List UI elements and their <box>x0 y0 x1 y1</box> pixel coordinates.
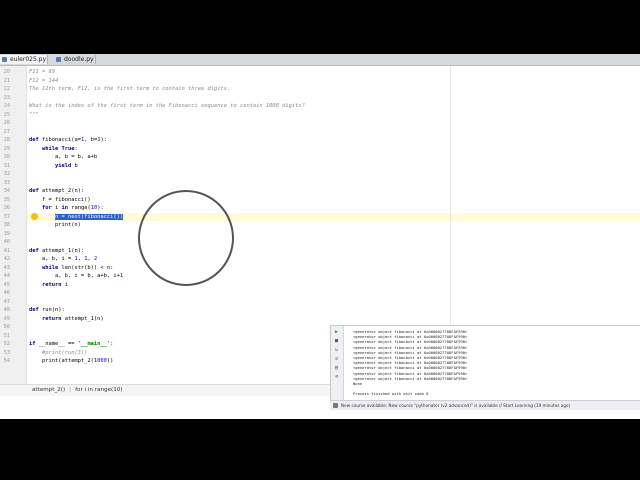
line-number: 34 <box>3 188 10 194</box>
breadcrumb-separator: | <box>69 387 72 393</box>
breadcrumb: attempt_2() | for i in range(10) <box>0 384 330 396</box>
line-number: 52 <box>3 341 10 347</box>
line-number: 33 <box>3 179 10 186</box>
lightbulb-icon[interactable] <box>31 213 38 220</box>
line-number: 40 <box>3 239 10 245</box>
line-number: 37 <box>3 213 10 220</box>
code-line[interactable]: print(attempt_2(1000)) <box>29 357 113 366</box>
line-number: 28 <box>3 137 10 143</box>
scroll-icon[interactable]: ≡ <box>333 356 340 362</box>
status-message[interactable]: New course available: New course "python… <box>341 403 570 408</box>
code-line[interactable]: return attempt_1(n) <box>29 315 104 324</box>
code-line[interactable]: a, b, i = 1, 1, 2 <box>29 255 97 264</box>
line-number: 31 <box>3 162 10 169</box>
line-number: 48 <box>3 307 10 313</box>
line-number: 22 <box>3 86 10 92</box>
line-number-gutter: 20 21 22 23 24 25 26 27 28 29 30 31 32 33 34 35 36 37 38 39… <box>0 66 27 386</box>
editor-tab-bar: euler025.py doodle.py <box>0 54 640 66</box>
line-number: 43 <box>3 264 10 271</box>
console-line: Process finished with exit code 0 <box>353 391 429 397</box>
line-number: 32 <box>3 171 10 177</box>
line-number: 45 <box>3 281 10 288</box>
code-line[interactable]: The 12th term, F12, is the first term to… <box>29 85 230 94</box>
code-line[interactable]: while True: <box>29 145 78 154</box>
code-line[interactable]: yield b <box>29 162 78 171</box>
code-line[interactable]: F12 = 144 <box>29 77 58 86</box>
code-line[interactable]: a, b, i = b, a+b, i+1 <box>29 272 123 281</box>
code-line[interactable]: def run(n): <box>29 306 65 315</box>
line-number: 29 <box>3 145 10 152</box>
code-line[interactable]: F11 = 89 <box>29 68 55 77</box>
run-console-panel: ▶ ■ ↻ ≡ ▤ ⌫ <generator object fibonacci … <box>330 325 640 401</box>
tab-euler025[interactable]: euler025.py <box>0 55 48 64</box>
breadcrumb-item-loop[interactable]: for i in range(10) <box>75 387 122 393</box>
code-line[interactable]: """ <box>29 111 39 120</box>
breadcrumb-item-function[interactable]: attempt_2() <box>0 387 65 393</box>
code-line[interactable]: while len(str(b)) < n: <box>29 264 113 273</box>
code-line[interactable]: f = fibonacci() <box>29 196 91 205</box>
rerun-icon[interactable]: ↻ <box>333 347 340 353</box>
line-number: 26 <box>3 120 10 126</box>
code-line[interactable]: n = next(fibonacci()) <box>29 213 124 222</box>
line-number: 50 <box>3 324 10 330</box>
line-number: 35 <box>3 196 10 203</box>
tab-label: euler025.py <box>10 56 47 63</box>
tab-label: doodle.py <box>64 56 94 63</box>
code-line[interactable]: if __name__ == '__main__': <box>29 340 113 349</box>
status-info-icon <box>333 403 338 408</box>
tab-doodle[interactable]: doodle.py <box>54 55 96 64</box>
line-number: 38 <box>3 222 10 228</box>
line-number: 21 <box>3 77 10 84</box>
line-number: 24 <box>3 103 10 109</box>
python-file-icon <box>56 57 61 62</box>
python-file-icon <box>2 57 7 62</box>
stop-icon[interactable]: ■ <box>333 338 340 344</box>
line-number: 54 <box>3 358 10 364</box>
status-bar: New course available: New course "python… <box>330 400 640 410</box>
mouse-highlight-circle <box>138 190 234 286</box>
line-number: 20 <box>3 69 10 75</box>
line-number: 42 <box>3 256 10 262</box>
code-line[interactable]: def attempt_2(n): <box>29 187 84 196</box>
print-icon[interactable]: ▤ <box>333 365 340 371</box>
code-line[interactable]: What is the index of the first term in t… <box>29 102 305 111</box>
code-line[interactable]: a, b = b, a+b <box>29 153 97 162</box>
line-number: 51 <box>3 332 10 339</box>
line-number: 53 <box>3 349 10 356</box>
run-icon[interactable]: ▶ <box>333 329 340 335</box>
code-line[interactable]: def fibonacci(a=1, b=1): <box>29 136 107 145</box>
code-line[interactable]: return i <box>29 281 68 290</box>
line-number: 23 <box>3 94 10 101</box>
line-number: 41 <box>3 247 10 254</box>
code-line[interactable]: print(n) <box>29 221 81 230</box>
run-toolbar: ▶ ■ ↻ ≡ ▤ ⌫ <box>331 326 344 401</box>
console-line: <generator object fibonacci at 0x0000027… <box>353 375 468 381</box>
clear-icon[interactable]: ⌫ <box>333 374 340 380</box>
code-line[interactable]: def attempt_1(n): <box>29 247 84 256</box>
line-number: 46 <box>3 290 10 296</box>
line-number: 39 <box>3 230 10 237</box>
ide-window: euler025.py doodle.py 20 21 22 23 24 25 26 27 28… <box>0 54 640 419</box>
line-number: 27 <box>3 128 10 135</box>
line-number: 30 <box>3 154 10 160</box>
line-number: 49 <box>3 315 10 322</box>
line-number: 36 <box>3 205 10 211</box>
code-line[interactable]: #print(run(3)) <box>29 349 87 358</box>
line-number: 47 <box>3 298 10 305</box>
line-number: 44 <box>3 273 10 279</box>
console-line: None <box>353 381 363 386</box>
line-number: 25 <box>3 111 10 118</box>
code-line[interactable]: for i in range(10): <box>29 204 104 213</box>
